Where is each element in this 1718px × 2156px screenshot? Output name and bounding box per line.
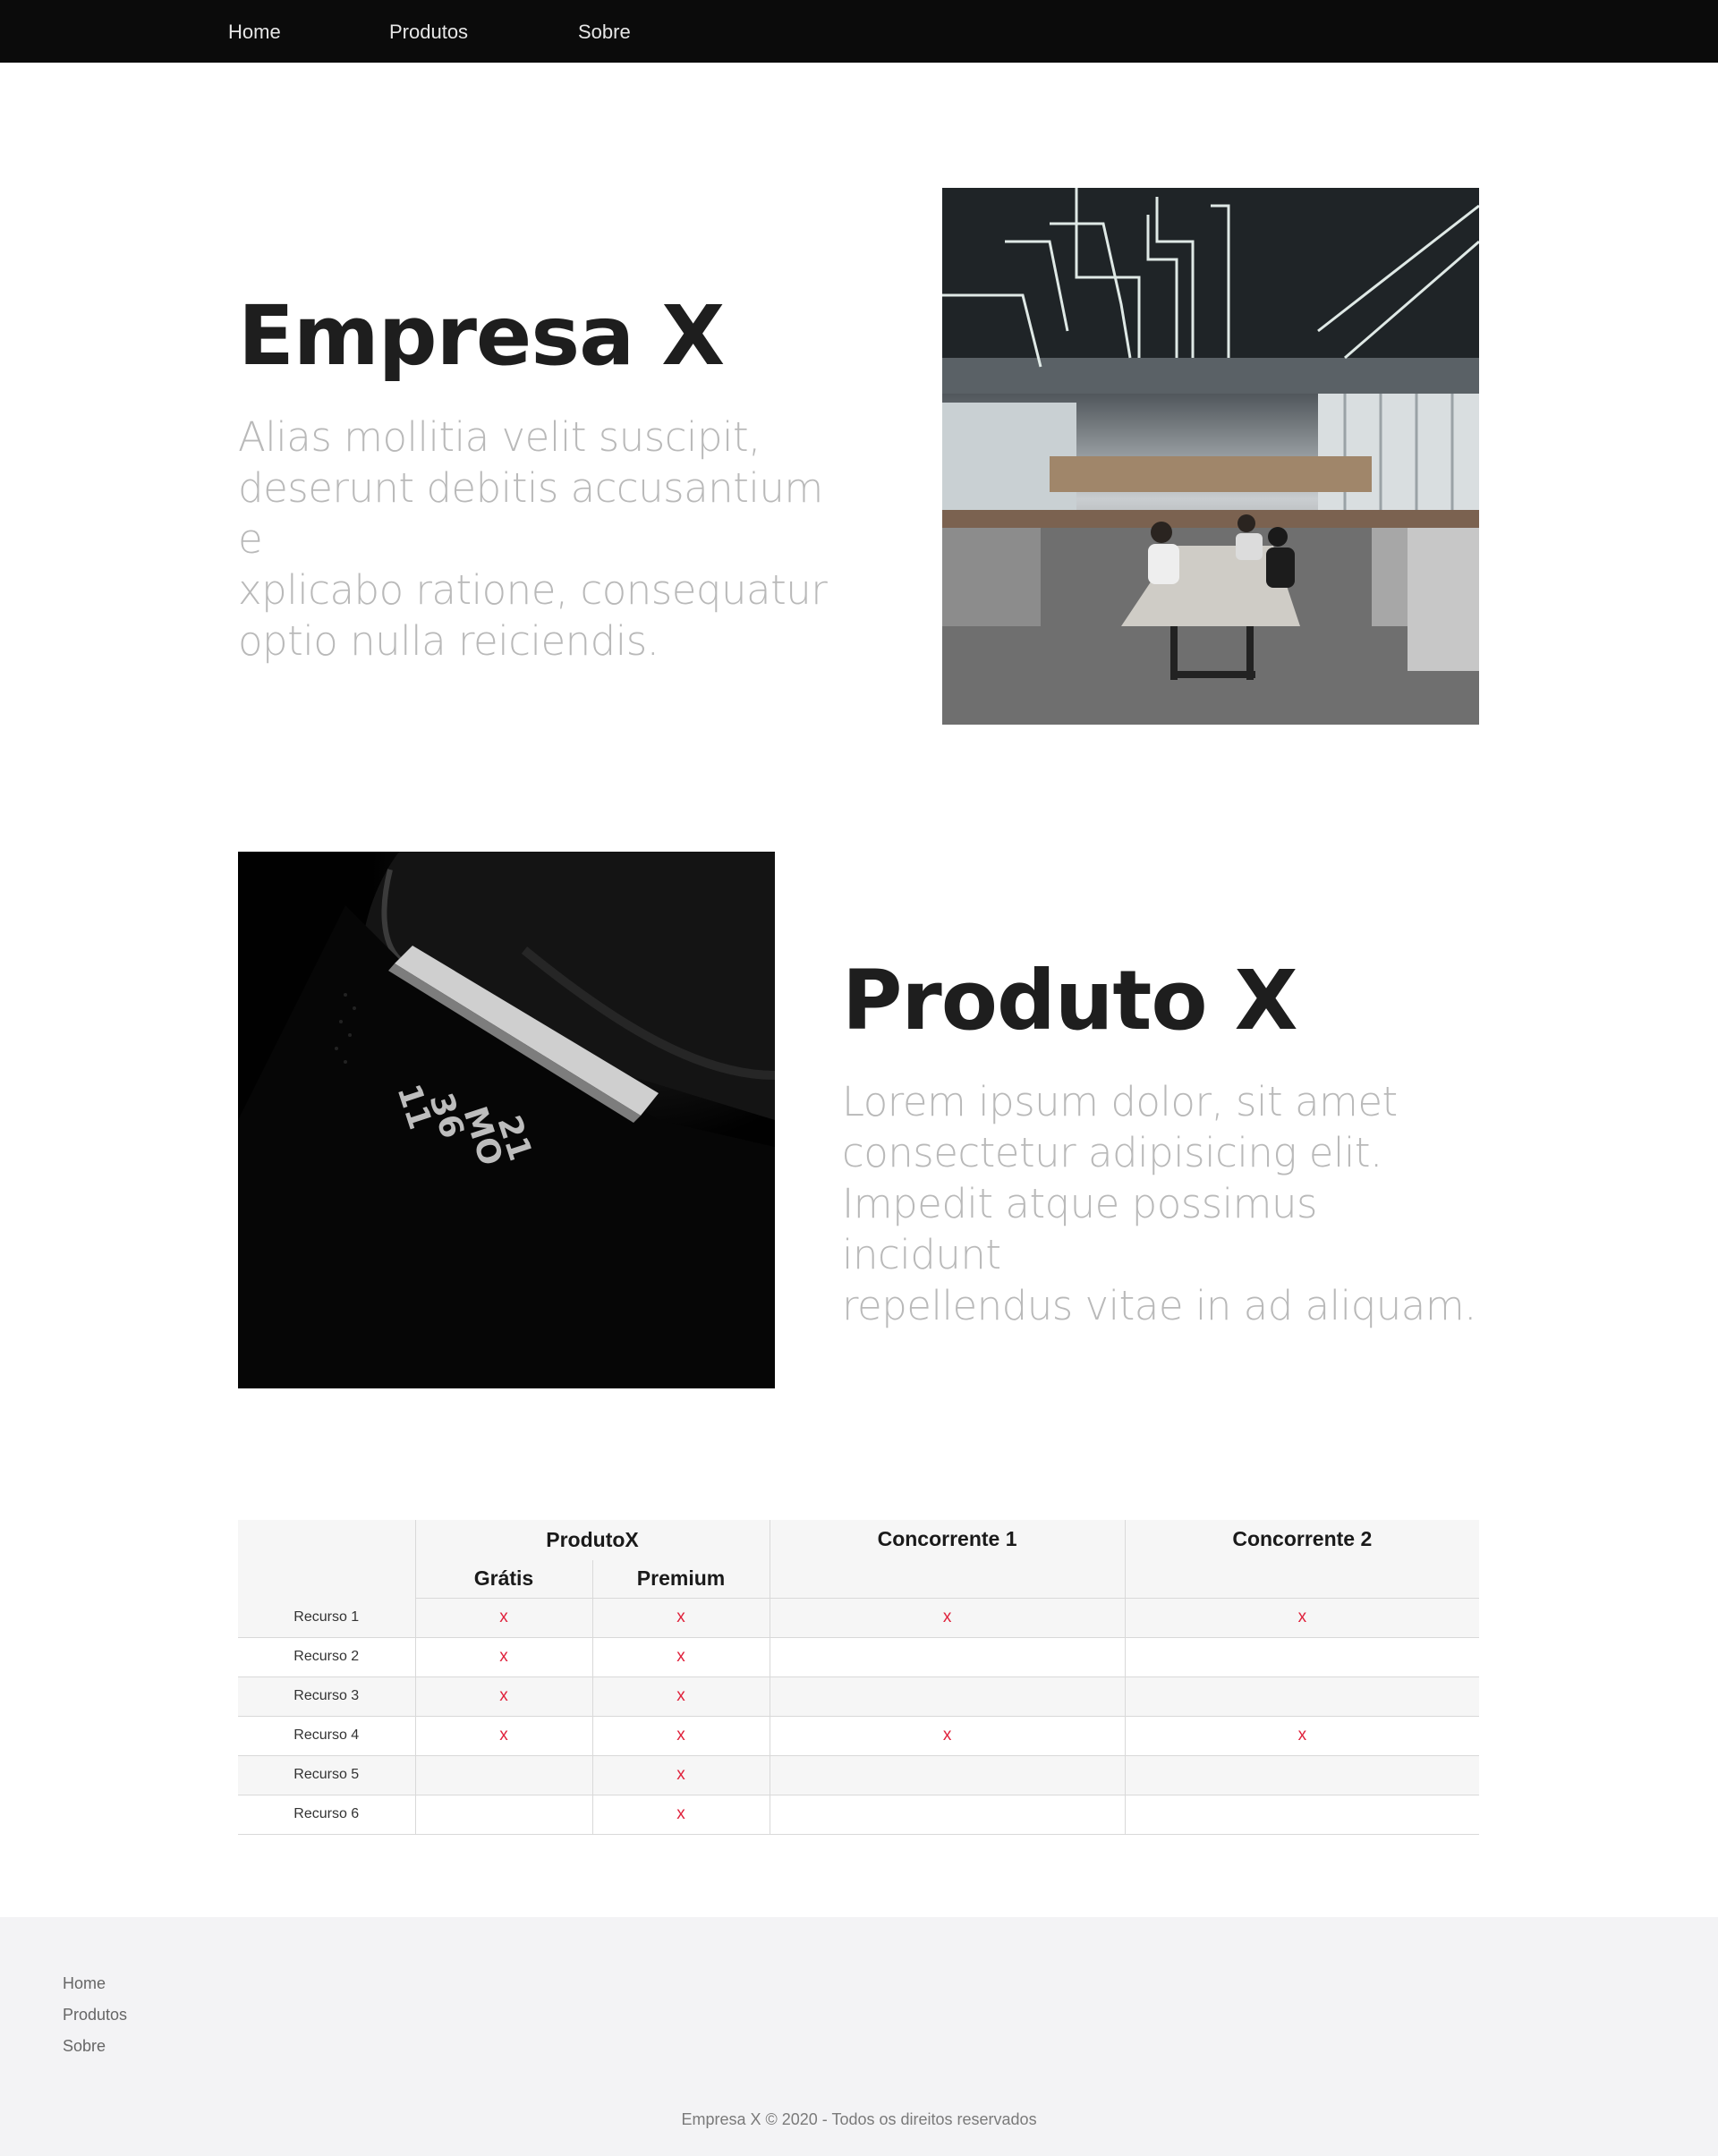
comparison-table: ProdutoX Concorrente 1 Concorrente 2 Grá… (238, 1520, 1479, 1835)
cell-premium: x (591, 1598, 770, 1638)
product-title: Produto X (842, 953, 1297, 1048)
table-row: Recurso 3 x x (238, 1676, 1479, 1717)
footer: Home Produtos Sobre Empresa X © 2020 - T… (0, 1917, 1718, 2156)
cell-concorrente-1 (769, 1676, 1126, 1717)
header-gratis: Grátis (414, 1560, 592, 1599)
product-description-line: Lorem ipsum dolor, sit amet (842, 1078, 1398, 1125)
cell-premium: x (591, 1795, 770, 1835)
header-produtox: ProdutoX (414, 1520, 770, 1560)
cell-premium: x (591, 1755, 770, 1795)
cell-concorrente-1 (769, 1755, 1126, 1795)
nav-link-produtos[interactable]: Produtos (389, 21, 468, 44)
table-row: Recurso 2 x x (238, 1637, 1479, 1677)
product-description-line: repellendus vitae in ad aliquam. (842, 1282, 1477, 1329)
cell-gratis: x (414, 1716, 592, 1756)
table-row: Recurso 1 x x x x (238, 1598, 1479, 1638)
table-row: Recurso 6 x (238, 1795, 1479, 1835)
table-row: Recurso 4 x x x x (238, 1716, 1479, 1756)
cell-concorrente-1: x (769, 1716, 1126, 1756)
cell-concorrente-1 (769, 1637, 1126, 1677)
company-description-line: deserunt debitis accusantium e (238, 464, 823, 563)
top-navbar: Home Produtos Sobre (0, 0, 1718, 63)
row-label: Recurso 3 (238, 1676, 415, 1717)
cell-concorrente-1: x (769, 1598, 1126, 1638)
cell-premium: x (591, 1637, 770, 1677)
cell-gratis (414, 1795, 592, 1835)
nav-link-sobre[interactable]: Sobre (578, 21, 631, 44)
cell-premium: x (591, 1676, 770, 1717)
company-title: Empresa X (238, 288, 725, 384)
cell-gratis (414, 1755, 592, 1795)
office-photo (942, 188, 1479, 725)
cell-concorrente-2 (1124, 1755, 1479, 1795)
cell-concorrente-2: x (1124, 1598, 1479, 1638)
company-description-line: optio nulla reiciendis. (238, 617, 659, 665)
row-label: Recurso 5 (238, 1755, 415, 1795)
footer-link-home[interactable]: Home (63, 1974, 106, 1993)
cell-gratis: x (414, 1598, 592, 1638)
row-label: Recurso 2 (238, 1637, 415, 1677)
cell-concorrente-2 (1124, 1676, 1479, 1717)
product-description-line: consectetur adipisicing elit. (842, 1129, 1382, 1176)
copyright-text: Empresa X © 2020 - Todos os direitos res… (681, 2110, 1037, 2128)
company-description: Alias mollitia velit suscipit, deserunt … (238, 412, 855, 666)
header-concorrente-1: Concorrente 1 (769, 1520, 1126, 1599)
empty-header-cell (238, 1520, 415, 1598)
cell-concorrente-2: x (1124, 1716, 1479, 1756)
cell-concorrente-1 (769, 1795, 1126, 1835)
product-description-line: Impedit atque possimus incidunt (842, 1180, 1317, 1278)
cell-premium: x (591, 1716, 770, 1756)
cell-gratis: x (414, 1637, 592, 1677)
cell-concorrente-2 (1124, 1637, 1479, 1677)
header-premium: Premium (591, 1560, 770, 1599)
company-description-line: xplicabo ratione, consequatur (238, 566, 828, 614)
cell-gratis: x (414, 1676, 592, 1717)
row-label: Recurso 4 (238, 1716, 415, 1756)
product-description: Lorem ipsum dolor, sit amet consectetur … (842, 1076, 1486, 1331)
table-row: Recurso 5 x (238, 1755, 1479, 1795)
company-description-line: Alias mollitia velit suscipit, (238, 413, 761, 461)
row-label: Recurso 1 (238, 1598, 415, 1638)
footer-link-produtos[interactable]: Produtos (63, 2006, 127, 2024)
nav-link-home[interactable]: Home (228, 21, 281, 44)
smartwatch-photo: 11 36 MO 21 (238, 852, 775, 1388)
row-label: Recurso 6 (238, 1795, 415, 1835)
footer-link-sobre[interactable]: Sobre (63, 2037, 106, 2056)
cell-concorrente-2 (1124, 1795, 1479, 1835)
header-concorrente-2: Concorrente 2 (1124, 1520, 1479, 1599)
